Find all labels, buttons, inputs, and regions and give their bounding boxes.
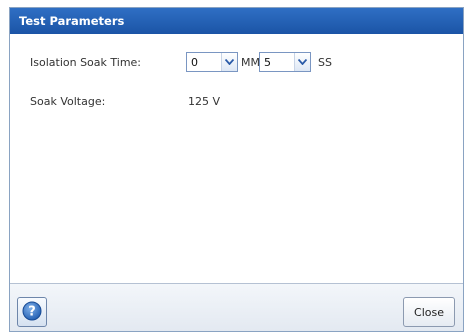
soak-voltage-label: Soak Voltage: [30,95,106,108]
dialog-title: Test Parameters [10,8,463,34]
seconds-value: 5 [264,55,271,69]
minutes-select[interactable]: 0 [186,52,238,72]
chevron-down-icon[interactable] [294,53,310,71]
dialog-footer: ? Close [10,283,463,331]
help-icon: ? [22,301,42,324]
close-button[interactable]: Close [403,297,455,327]
seconds-unit: SS [318,56,332,69]
soak-voltage-value: 125 V [188,95,221,108]
dialog-content: Isolation Soak Time: 0 MM 5 SS Soak Volt… [10,34,463,283]
seconds-select[interactable]: 5 [259,52,311,72]
minutes-value: 0 [191,55,198,69]
soak-time-label: Isolation Soak Time: [30,56,142,69]
minutes-unit: MM [241,56,260,69]
test-parameters-dialog: Test Parameters Isolation Soak Time: 0 M… [9,7,464,332]
svg-text:?: ? [28,304,36,319]
chevron-down-icon[interactable] [221,53,237,71]
help-button[interactable]: ? [17,297,47,327]
